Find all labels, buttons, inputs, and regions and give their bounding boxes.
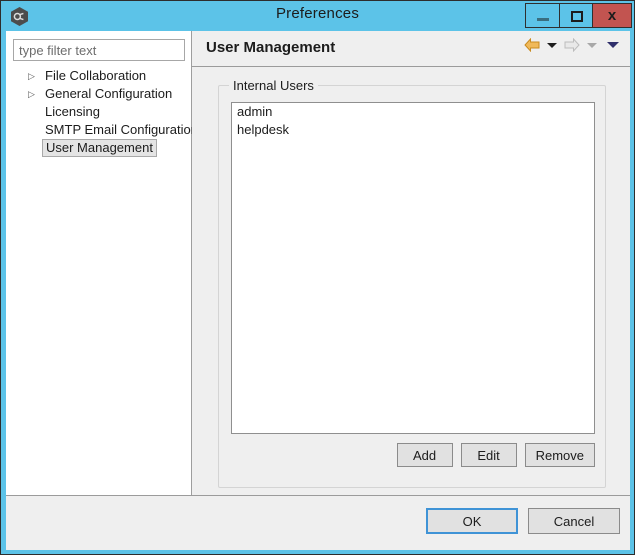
window-titlebar[interactable]: Preferences x (1, 1, 634, 31)
sidebar-item-label: SMTP Email Configuration (45, 122, 198, 137)
filter-input[interactable] (13, 39, 185, 61)
maximize-icon (571, 11, 583, 22)
sidebar-item-user-management[interactable]: User Management (6, 139, 192, 157)
expand-arrow-icon[interactable]: ▷ (28, 85, 40, 103)
internal-users-groupbox: Internal Users admin helpdesk Add Edit R… (218, 78, 606, 488)
sidebar-item-label: Licensing (45, 104, 100, 119)
minimize-icon (537, 18, 549, 21)
preferences-window: Preferences x ▷ File Collaboration (0, 0, 635, 555)
close-icon: x (607, 7, 617, 24)
groupbox-legend: Internal Users (229, 78, 318, 93)
back-arrow-icon[interactable] (524, 38, 540, 52)
page-menu-caret-icon[interactable] (607, 42, 619, 48)
sidebar-item-licensing[interactable]: Licensing (6, 103, 192, 121)
add-user-button[interactable]: Add (396, 443, 453, 467)
sidebar-item-general-configuration[interactable]: ▷ General Configuration (6, 85, 192, 103)
dialog-client-area: ▷ File Collaboration ▷ General Configura… (6, 31, 630, 550)
minimize-button[interactable] (525, 3, 559, 28)
dialog-footer-buttons: OK Cancel (426, 508, 620, 534)
maximize-button[interactable] (559, 3, 593, 28)
expand-arrow-icon[interactable]: ▷ (28, 67, 40, 85)
back-history-caret-icon[interactable] (547, 42, 557, 48)
forward-history-caret-icon (587, 42, 597, 48)
forward-arrow-icon (564, 38, 580, 52)
list-item[interactable]: admin (232, 103, 594, 121)
preferences-content-panel: User Management Internal Users admin hel… (192, 31, 630, 495)
page-header: User Management (192, 31, 630, 67)
cancel-button[interactable]: Cancel (528, 508, 620, 534)
sidebar-item-file-collaboration[interactable]: ▷ File Collaboration (6, 67, 192, 85)
sidebar-item-label: File Collaboration (45, 68, 147, 83)
page-nav-controls (524, 38, 622, 52)
preferences-sidebar: ▷ File Collaboration ▷ General Configura… (6, 31, 198, 495)
remove-user-button[interactable]: Remove (524, 443, 595, 467)
user-action-buttons: Add Edit Remove (231, 443, 595, 467)
ok-button[interactable]: OK (426, 508, 518, 534)
sidebar-item-label: General Configuration (45, 86, 173, 101)
list-item[interactable]: helpdesk (232, 121, 594, 139)
edit-user-button[interactable]: Edit (460, 443, 517, 467)
preferences-tree: ▷ File Collaboration ▷ General Configura… (6, 67, 198, 157)
internal-users-list[interactable]: admin helpdesk (231, 102, 595, 434)
sidebar-item-smtp-email-configuration[interactable]: SMTP Email Configuration (6, 121, 198, 139)
dialog-footer: OK Cancel (6, 495, 630, 550)
close-button[interactable]: x (593, 3, 632, 28)
sidebar-item-label: User Management (42, 139, 157, 157)
page-title: User Management (206, 39, 336, 56)
